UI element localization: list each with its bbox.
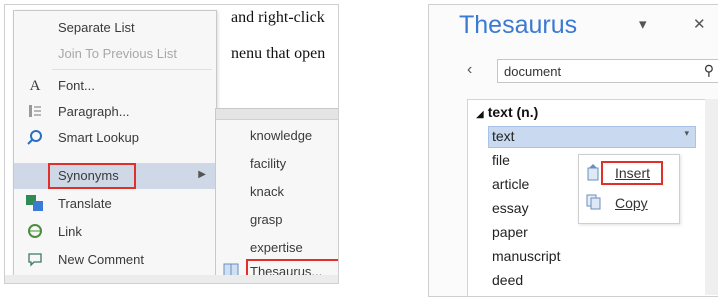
document-text-line: and right-click [231, 9, 325, 26]
menu-item-label: New Comment [58, 252, 144, 267]
copy-icon [585, 193, 603, 211]
horizontal-scrollbar[interactable] [5, 275, 338, 283]
synonym-label: grasp [250, 212, 283, 227]
synonym-word[interactable]: manuscript [492, 248, 560, 264]
menu-item-label: Separate List [58, 20, 135, 35]
selected-word-row[interactable]: ▾ [488, 126, 696, 148]
search-row: ‹ ⚲ [467, 59, 718, 83]
menu-item-label: Synonyms [58, 168, 119, 183]
submenu-arrow-icon: ▶ [198, 169, 206, 180]
search-box: ⚲ [497, 59, 718, 83]
menu-separator [52, 69, 212, 70]
translate-icon [26, 195, 44, 213]
smart-lookup-icon [26, 129, 44, 147]
menu-item-synonyms[interactable]: Synonyms ▶ [14, 163, 216, 189]
search-icon[interactable]: ⚲ [704, 62, 714, 79]
menu-item-separate-list[interactable]: Separate List [14, 15, 216, 41]
group-label: text (n.) [487, 104, 539, 120]
paragraph-icon [26, 103, 44, 121]
search-input[interactable] [504, 63, 684, 79]
thesaurus-results: ◢ text (n.) ▾ text file article essay pap… [467, 99, 718, 296]
menu-item-label: Paragraph... [58, 104, 130, 119]
vertical-scrollbar[interactable] [705, 99, 718, 295]
menu-item-label: Link [58, 224, 82, 239]
pane-title: Thesaurus [459, 11, 578, 39]
synonym-item[interactable]: grasp [216, 207, 338, 233]
synonym-word[interactable]: essay [492, 200, 529, 216]
context-menu: Separate List Join To Previous List A Fo… [13, 10, 217, 280]
synonym-word[interactable]: text [492, 128, 515, 144]
synonym-label: knowledge [250, 128, 313, 143]
close-icon[interactable]: ✕ [693, 15, 706, 33]
copy-label: Copy [615, 195, 648, 211]
back-arrow-icon[interactable]: ‹ [467, 61, 472, 79]
menu-item-label: Font... [58, 78, 95, 93]
dropdown-arrow-icon[interactable]: ▾ [684, 128, 689, 139]
pane-options-dropdown-icon[interactable]: ▾ [639, 15, 647, 33]
synonym-word[interactable]: file [492, 152, 510, 168]
synonym-item[interactable]: facility [216, 151, 338, 177]
link-icon [26, 223, 44, 241]
thesaurus-pane: Thesaurus ▾ ✕ ‹ ⚲ ◢text (n.) ▾ text file… [428, 4, 718, 297]
synonym-label: knack [250, 184, 284, 199]
comment-icon [26, 251, 44, 269]
synonym-word[interactable]: article [492, 176, 529, 192]
synonym-item[interactable]: knack [216, 179, 338, 205]
meaning-group-header[interactable]: ◢ text (n.) [476, 104, 538, 120]
document-text-line: nenu that open [231, 45, 326, 62]
synonym-item[interactable]: expertise [216, 235, 338, 261]
word-action-popup: Insert Copy [578, 154, 680, 224]
synonym-word[interactable]: deed [492, 272, 523, 288]
collapse-triangle-icon: ◢ [476, 109, 484, 120]
copy-menu-item[interactable]: Copy [579, 189, 679, 217]
font-icon: A [29, 78, 41, 94]
menu-item-smart-lookup[interactable]: Smart Lookup [14, 125, 216, 151]
insert-label: Insert [615, 165, 651, 181]
synonym-word[interactable]: paper [492, 224, 528, 240]
menu-item-label: Translate [58, 196, 112, 211]
synonym-item[interactable]: knowledge [216, 123, 338, 149]
menu-item-label: Smart Lookup [58, 130, 139, 145]
synonym-label: facility [250, 156, 287, 171]
submenu-header-bar [216, 109, 338, 120]
menu-item-link[interactable]: Link [14, 219, 216, 245]
insert-menu-item[interactable]: Insert [579, 159, 679, 187]
menu-item-join-to-previous-list[interactable]: Join To Previous List [14, 41, 216, 67]
synonym-label: expertise [250, 240, 303, 255]
menu-item-label: Join To Previous List [58, 46, 177, 61]
menu-item-translate[interactable]: Translate [14, 191, 216, 217]
menu-item-font[interactable]: A Font... [14, 73, 216, 99]
word-context-menu-screenshot: and right-click nenu that open Separate … [4, 4, 339, 284]
insert-icon [585, 163, 603, 181]
synonyms-submenu: knowledge facility knack grasp expertise… [215, 108, 338, 283]
menu-item-new-comment[interactable]: New Comment [14, 247, 216, 273]
menu-item-paragraph[interactable]: Paragraph... [14, 99, 216, 125]
